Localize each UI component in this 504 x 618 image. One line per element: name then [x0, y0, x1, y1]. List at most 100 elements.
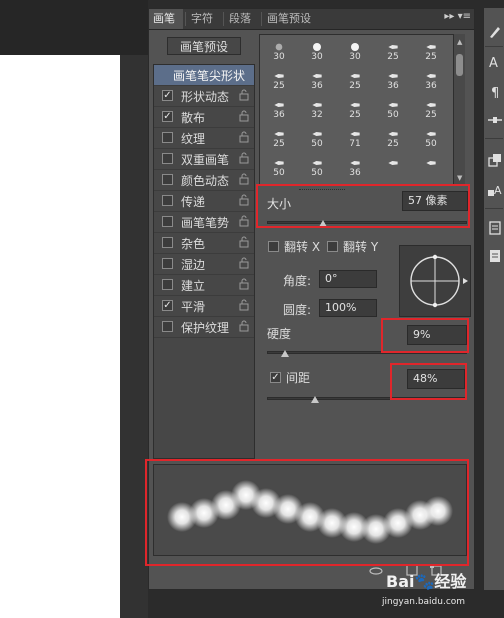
brush-option-11[interactable]: ✓ 平滑 [154, 296, 254, 317]
brush-option-4[interactable]: 双重画笔 [154, 149, 254, 170]
brush-tip-cell[interactable]: 25 [264, 128, 294, 150]
brush-option-2[interactable]: ✓ 散布 [154, 107, 254, 128]
brush-tip-cell[interactable]: 25 [340, 99, 370, 121]
brush-option-6[interactable]: 传递 [154, 191, 254, 212]
brush-tip-cell[interactable] [416, 157, 446, 179]
brush-option-1[interactable]: ✓ 形状动态 [154, 86, 254, 107]
brush-option-checkbox[interactable]: ✓ [162, 111, 173, 122]
spacing-input[interactable]: 48% [407, 369, 465, 389]
styles-icon[interactable]: A [487, 182, 503, 198]
brush-option-12[interactable]: 保护纹理 [154, 317, 254, 338]
lock-icon[interactable] [239, 299, 249, 311]
brush-tip-cell[interactable]: 36 [340, 157, 370, 179]
brush-tip-cell[interactable]: 25 [416, 99, 446, 121]
brush-option-0[interactable]: 画笔笔尖形状 [154, 65, 254, 86]
paragraph-icon[interactable]: ¶ [487, 84, 503, 100]
brush-tip-cell[interactable]: 36 [416, 70, 446, 92]
brush-option-5[interactable]: 颜色动态 [154, 170, 254, 191]
clone-source-icon[interactable] [487, 152, 503, 168]
scroll-up-icon[interactable]: ▲ [457, 38, 462, 46]
flip-x-checkbox[interactable] [268, 241, 279, 252]
brush-tip-cell[interactable]: 50 [264, 157, 294, 179]
adjustments-icon[interactable] [487, 112, 503, 128]
hardness-slider-handle[interactable] [281, 350, 289, 357]
brush-tip-cell[interactable]: 50 [378, 99, 408, 121]
lock-icon[interactable] [239, 110, 249, 122]
brush-tip-cell[interactable]: 25 [378, 128, 408, 150]
brush-tip-cell[interactable]: 71 [340, 128, 370, 150]
size-input[interactable]: 57 像素 [402, 191, 468, 211]
brush-option-checkbox[interactable] [162, 258, 173, 269]
brush-option-7[interactable]: 画笔笔势 [154, 212, 254, 233]
brush-tip-cell[interactable]: 50 [302, 128, 332, 150]
notes-icon[interactable] [487, 220, 503, 236]
lock-icon[interactable] [239, 236, 249, 248]
brush-option-checkbox[interactable] [162, 132, 173, 143]
lock-icon[interactable] [239, 194, 249, 206]
brush-tip-cell[interactable]: 30 [302, 41, 332, 63]
brush-option-checkbox[interactable] [162, 216, 173, 227]
lock-icon[interactable] [239, 173, 249, 185]
scrollbar-thumb[interactable] [456, 54, 463, 76]
size-slider[interactable] [267, 221, 467, 224]
brush-tip-cell[interactable]: 25 [378, 41, 408, 63]
lock-icon[interactable] [239, 215, 249, 227]
lock-icon[interactable] [239, 152, 249, 164]
brush-tip-cell[interactable]: 36 [302, 70, 332, 92]
tab-character[interactable]: 字符 [187, 9, 221, 29]
brush-option-8[interactable]: 杂色 [154, 233, 254, 254]
tab-paragraph[interactable]: 段落 [225, 9, 259, 29]
brush-tip-cell[interactable]: 30 [340, 41, 370, 63]
brush-option-checkbox[interactable] [162, 195, 173, 206]
brush-grid-scrollbar[interactable]: ▲ ▼ [453, 34, 465, 186]
brush-option-checkbox[interactable] [162, 279, 173, 290]
angle-roundness-widget[interactable] [399, 245, 471, 317]
lock-icon[interactable] [239, 278, 249, 290]
brush-option-checkbox[interactable] [162, 153, 173, 164]
spacing-slider-handle[interactable] [311, 396, 319, 403]
hardness-input[interactable]: 9% [407, 325, 467, 345]
flip-y-checkbox[interactable] [327, 241, 338, 252]
tab-brush-presets[interactable]: 画笔预设 [263, 9, 323, 29]
brush-tip-cell[interactable]: 36 [264, 99, 294, 121]
brush-tip-icon [312, 132, 322, 136]
brush-presets-button[interactable]: 画笔预设 [167, 37, 241, 55]
lock-icon[interactable] [239, 89, 249, 101]
spacing-checkbox[interactable]: ✓ [270, 372, 281, 383]
brush-option-10[interactable]: 建立 [154, 275, 254, 296]
angle-input[interactable]: 0° [319, 270, 377, 288]
brush-tip-cell[interactable]: 32 [302, 99, 332, 121]
tab-brush[interactable]: 画笔 [149, 9, 183, 29]
toggle-live-tip-icon[interactable] [369, 563, 383, 577]
document-canvas[interactable] [0, 55, 120, 618]
hardness-slider[interactable] [267, 351, 467, 354]
brush-tip-size: 30 [311, 52, 323, 62]
brush-option-3[interactable]: 纹理 [154, 128, 254, 149]
brush-option-checkbox[interactable] [162, 237, 173, 248]
resize-grip[interactable] [299, 185, 345, 190]
brush-tip-cell[interactable]: 50 [416, 128, 446, 150]
lock-icon[interactable] [239, 131, 249, 143]
brush-tip-cell[interactable]: 36 [378, 70, 408, 92]
character-icon[interactable]: A [487, 54, 503, 70]
panel-menu-icon[interactable]: ▸▸ ▾≡ [444, 11, 471, 22]
brush-option-checkbox[interactable]: ✓ [162, 90, 173, 101]
brush-tip-cell[interactable]: 50 [302, 157, 332, 179]
brush-tip-cell[interactable] [378, 157, 408, 179]
lock-icon[interactable] [239, 257, 249, 269]
brush-option-checkbox[interactable] [162, 321, 173, 332]
brush-tip-cell[interactable]: 25 [416, 41, 446, 63]
brush-tip-cell[interactable]: 30 [264, 41, 294, 63]
brush-option-checkbox[interactable] [162, 174, 173, 185]
brush-tip-cell[interactable]: 25 [340, 70, 370, 92]
brush-panel-icon[interactable] [487, 24, 503, 40]
layer-comps-icon[interactable] [487, 248, 503, 264]
scroll-down-icon[interactable]: ▼ [457, 174, 462, 182]
brush-option-9[interactable]: 湿边 [154, 254, 254, 275]
size-slider-handle[interactable] [319, 220, 327, 227]
brush-tip-cell[interactable]: 25 [264, 70, 294, 92]
spacing-slider[interactable] [267, 397, 467, 400]
lock-icon[interactable] [239, 320, 249, 332]
roundness-input[interactable]: 100% [319, 299, 377, 317]
brush-option-checkbox[interactable]: ✓ [162, 300, 173, 311]
